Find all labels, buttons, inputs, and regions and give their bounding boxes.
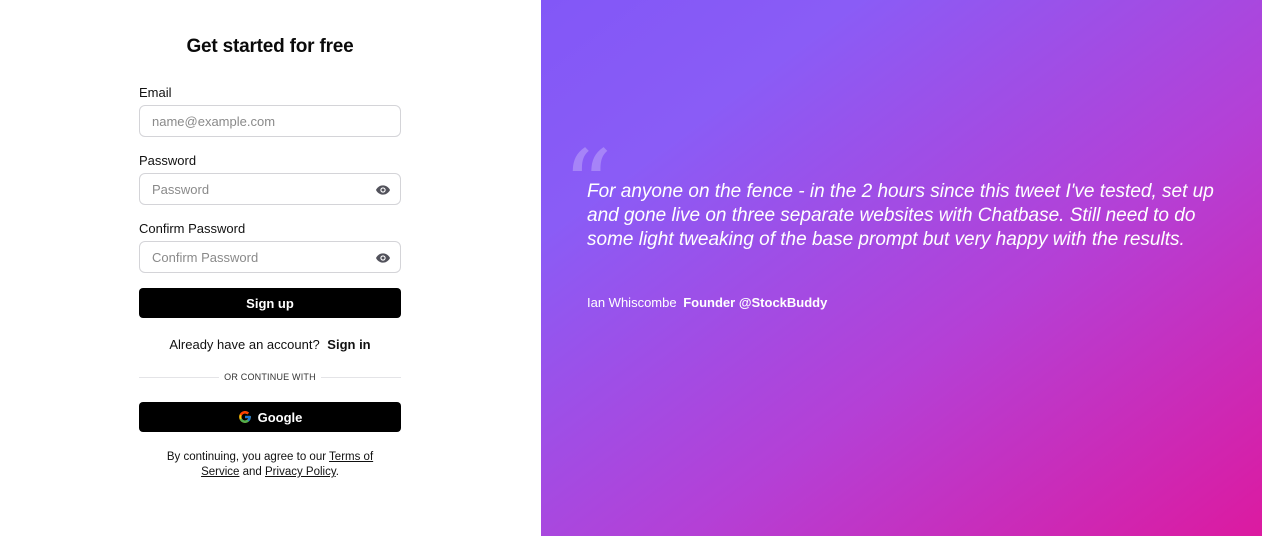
eye-icon[interactable] xyxy=(375,182,391,198)
confirm-password-input[interactable] xyxy=(140,242,400,272)
page-title: Get started for free xyxy=(186,36,354,57)
email-field-wrapper xyxy=(139,105,401,137)
testimonial-quote: For anyone on the fence - in the 2 hours… xyxy=(587,181,1214,250)
password-input[interactable] xyxy=(140,174,400,204)
terms-text: By continuing, you agree to our Terms of… xyxy=(159,450,381,480)
sign-in-link[interactable]: Sign in xyxy=(327,337,370,352)
author-title: Founder @StockBuddy xyxy=(683,295,828,310)
google-button-label: Google xyxy=(257,409,303,425)
testimonial-panel: “ For anyone on the fence - in the 2 hou… xyxy=(541,0,1262,536)
signin-prompt: Already have an account? Sign in xyxy=(139,337,401,352)
password-label: Password xyxy=(139,153,197,168)
google-icon xyxy=(238,411,251,423)
privacy-policy-link[interactable]: Privacy Policy xyxy=(265,466,336,478)
password-field-wrapper xyxy=(139,173,401,205)
terms-and: and xyxy=(242,466,262,478)
terms-suffix: . xyxy=(335,466,339,478)
have-account-text: Already have an account? xyxy=(169,337,320,352)
email-label: Email xyxy=(139,85,172,100)
terms-prefix: By continuing, you agree to our xyxy=(166,451,327,463)
testimonial-author: Ian Whiscombe Founder @StockBuddy xyxy=(587,295,827,310)
confirm-password-field-wrapper xyxy=(139,241,401,273)
confirm-password-label: Confirm Password xyxy=(139,221,246,236)
or-divider: OR CONTINUE WITH xyxy=(139,371,401,385)
divider-line-right xyxy=(321,377,401,378)
eye-icon[interactable] xyxy=(375,250,391,266)
signup-panel: Get started for free Email Password Conf… xyxy=(0,0,541,536)
sign-up-button[interactable]: Sign up xyxy=(139,288,401,318)
author-name: Ian Whiscombe xyxy=(587,295,677,310)
google-button[interactable]: Google xyxy=(139,402,401,432)
email-input[interactable] xyxy=(140,106,400,136)
